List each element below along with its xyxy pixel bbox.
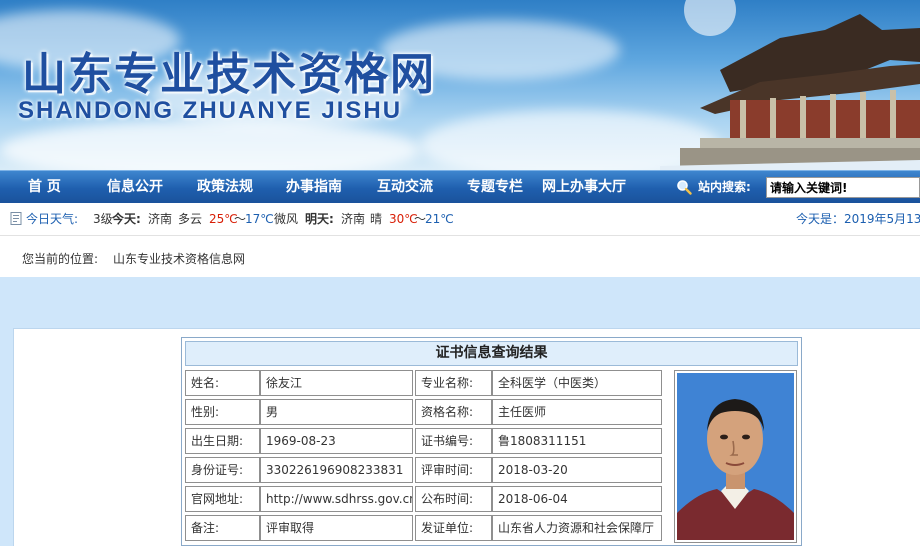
value-major: 全科医学（中医类） bbox=[492, 370, 662, 396]
search-label-wrap: 站内搜索: bbox=[676, 171, 751, 204]
value-birthdate: 1969-08-23 bbox=[260, 428, 413, 454]
today-low: 17℃ bbox=[245, 212, 274, 226]
label-review-date: 评审时间: bbox=[415, 457, 492, 483]
person-portrait-icon bbox=[677, 373, 794, 540]
temple-illustration bbox=[660, 0, 920, 170]
result-title: 证书信息查询结果 bbox=[185, 341, 798, 366]
nav-special[interactable]: 专题专栏 bbox=[467, 171, 523, 204]
document-icon bbox=[10, 212, 22, 225]
nav-online-hall[interactable]: 网上办事大厅 bbox=[542, 171, 626, 204]
value-issuer: 山东省人力资源和社会保障厅 bbox=[492, 515, 662, 541]
weather-icon-wrap bbox=[10, 203, 23, 236]
nav-info-public[interactable]: 信息公开 bbox=[107, 171, 163, 204]
value-id-number: 330226196908233831 bbox=[260, 457, 413, 483]
certificate-result-table: 证书信息查询结果 姓名: 徐友江 专业名称: 全科医学（中医类） 性别: 男 资… bbox=[181, 337, 802, 546]
breadcrumb-label: 您当前的位置: bbox=[22, 252, 99, 266]
value-remark: 评审取得 bbox=[260, 515, 413, 541]
breadcrumb: 您当前的位置: 山东专业技术资格信息网 bbox=[0, 237, 920, 277]
value-gender: 男 bbox=[260, 399, 413, 425]
label-issuer: 发证单位: bbox=[415, 515, 492, 541]
label-major: 专业名称: bbox=[415, 370, 492, 396]
nav-home[interactable]: 首 页 bbox=[28, 171, 61, 204]
search-icon bbox=[677, 180, 692, 195]
wind-dir: 微风 bbox=[274, 212, 299, 226]
current-date: 今天是：2019年5月13 bbox=[796, 212, 920, 226]
weather-label: 今日天气: bbox=[26, 212, 79, 226]
label-gender: 性别: bbox=[185, 399, 260, 425]
site-title-en: SHANDONG ZHUANYE JISHU bbox=[18, 97, 403, 124]
tomorrow-condition: 晴 bbox=[370, 212, 383, 226]
today-city: 济南 bbox=[148, 212, 173, 226]
holder-photo bbox=[674, 370, 797, 543]
value-website[interactable]: http://www.sdhrss.gov.cn/ bbox=[260, 486, 413, 512]
search-input[interactable] bbox=[766, 177, 920, 198]
nav-interact[interactable]: 互动交流 bbox=[377, 171, 433, 204]
value-review-date: 2018-03-20 bbox=[492, 457, 662, 483]
wind-level: 3级 bbox=[93, 212, 113, 226]
label-name: 姓名: bbox=[185, 370, 260, 396]
value-qualification: 主任医师 bbox=[492, 399, 662, 425]
value-publish-date: 2018-06-04 bbox=[492, 486, 662, 512]
nav-guide[interactable]: 办事指南 bbox=[286, 171, 342, 204]
today-condition: 多云 bbox=[178, 212, 203, 226]
value-name: 徐友江 bbox=[260, 370, 413, 396]
value-cert-number: 鲁1808311151 bbox=[492, 428, 662, 454]
tomorrow-low: 21℃ bbox=[425, 212, 454, 226]
site-title-cn: 山东专业技术资格网 bbox=[22, 49, 436, 100]
tomorrow-city: 济南 bbox=[341, 212, 366, 226]
banner-cloud bbox=[0, 120, 420, 170]
label-cert-number: 证书编号: bbox=[415, 428, 492, 454]
main-nav: 首 页 信息公开 政策法规 办事指南 互动交流 专题专栏 网上办事大厅 站内搜索… bbox=[0, 170, 920, 203]
label-publish-date: 公布时间: bbox=[415, 486, 492, 512]
label-remark: 备注: bbox=[185, 515, 260, 541]
search-label: 站内搜索: bbox=[698, 180, 751, 194]
label-id-number: 身份证号: bbox=[185, 457, 260, 483]
today-tag: 今天: bbox=[112, 212, 141, 226]
label-birthdate: 出生日期: bbox=[185, 428, 260, 454]
label-website: 官网地址: bbox=[185, 486, 260, 512]
nav-policy[interactable]: 政策法规 bbox=[197, 171, 253, 204]
breadcrumb-link[interactable]: 山东专业技术资格信息网 bbox=[113, 237, 245, 281]
weather-bar: 今日天气: 3级 今天: 济南 多云 25℃ ～ 17℃ 微风 明天: 济南 晴… bbox=[0, 203, 920, 236]
label-qualification: 资格名称: bbox=[415, 399, 492, 425]
tomorrow-tag: 明天: bbox=[305, 212, 334, 226]
site-banner: 山东专业技术资格网 SHANDONG ZHUANYE JISHU bbox=[0, 0, 920, 170]
